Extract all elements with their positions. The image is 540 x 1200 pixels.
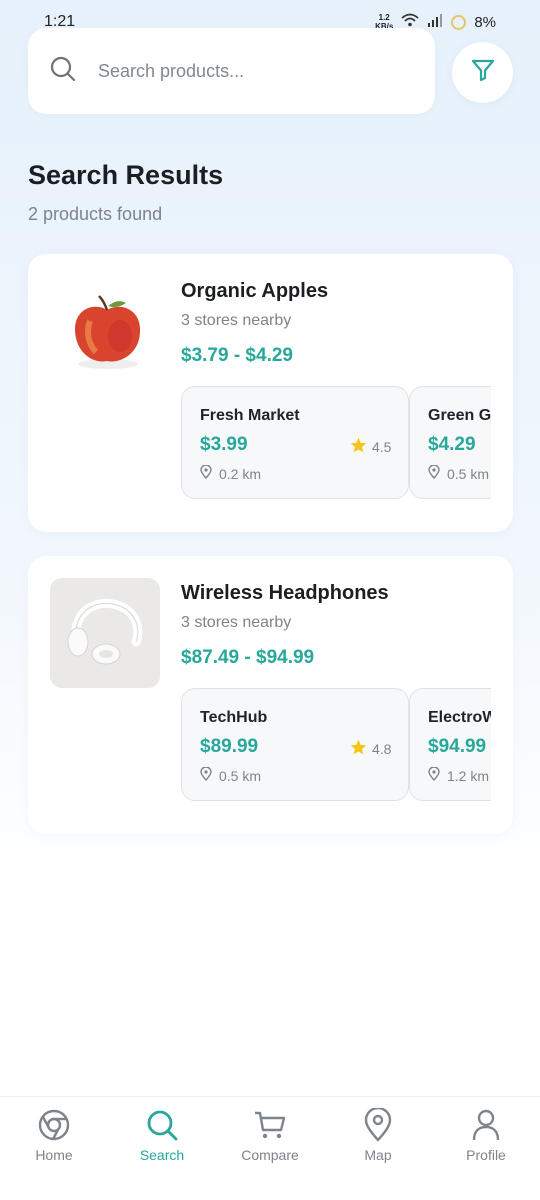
store-card[interactable]: TechHub $89.99 4.8 0.5 km bbox=[181, 688, 409, 801]
product-name: Organic Apples bbox=[181, 280, 329, 302]
store-name: Fresh Market bbox=[200, 407, 300, 424]
nav-label: Compare bbox=[241, 1147, 299, 1163]
user-icon bbox=[468, 1107, 504, 1143]
store-list[interactable]: TechHub $89.99 4.8 0.5 km ElectroW $94.9… bbox=[181, 688, 491, 802]
location-pin-icon bbox=[428, 766, 440, 784]
store-distance: 0.2 km bbox=[200, 464, 262, 482]
nav-label: Map bbox=[364, 1147, 392, 1163]
headphones-image bbox=[50, 578, 160, 688]
nav-item-profile[interactable]: Profile bbox=[432, 1107, 540, 1163]
nav-item-home[interactable]: Home bbox=[0, 1107, 108, 1163]
filter-icon bbox=[470, 57, 496, 88]
search-bar[interactable] bbox=[28, 28, 435, 114]
bottom-nav: Home Search Compare Map Profile bbox=[0, 1096, 540, 1200]
rating-value: 4.5 bbox=[372, 438, 392, 455]
price-range: $87.49 - $94.99 bbox=[181, 647, 315, 668]
store-price: $4.29 bbox=[428, 434, 476, 455]
product-card[interactable]: Organic Apples 3 stores nearby $3.79 - $… bbox=[28, 254, 513, 532]
search-input[interactable] bbox=[98, 60, 398, 82]
store-card[interactable]: Green Gr $4.29 0.5 km bbox=[409, 386, 491, 499]
filter-button[interactable] bbox=[452, 42, 513, 103]
nav-label: Home bbox=[35, 1147, 73, 1163]
search-icon bbox=[144, 1107, 180, 1143]
stores-nearby: 3 stores nearby bbox=[181, 312, 292, 329]
store-price: $89.99 bbox=[200, 736, 259, 757]
store-rating: 4.5 bbox=[350, 437, 391, 456]
location-pin-icon bbox=[200, 766, 212, 784]
nav-item-search[interactable]: Search bbox=[108, 1107, 216, 1163]
store-distance: 0.5 km bbox=[200, 766, 262, 784]
distance-value: 0.5 km bbox=[447, 465, 490, 482]
result-count: 2 products found bbox=[28, 204, 163, 224]
store-list[interactable]: Fresh Market $3.99 4.5 0.2 km Green Gr $… bbox=[181, 386, 491, 500]
battery-level: 8% bbox=[474, 13, 496, 31]
nav-item-map[interactable]: Map bbox=[324, 1107, 432, 1163]
signal-icon bbox=[427, 13, 443, 31]
stores-nearby: 3 stores nearby bbox=[181, 614, 292, 631]
cart-icon bbox=[252, 1107, 288, 1143]
store-rating: 4.8 bbox=[350, 739, 391, 758]
store-card[interactable]: Fresh Market $3.99 4.5 0.2 km bbox=[181, 386, 409, 499]
store-name: TechHub bbox=[200, 709, 268, 726]
price-range: $3.79 - $4.29 bbox=[181, 345, 293, 366]
nav-item-compare[interactable]: Compare bbox=[216, 1107, 324, 1163]
search-icon bbox=[50, 56, 76, 87]
star-icon bbox=[350, 437, 367, 456]
distance-value: 0.2 km bbox=[219, 465, 262, 482]
map-pin-icon bbox=[360, 1107, 396, 1143]
product-name: Wireless Headphones bbox=[181, 582, 389, 604]
store-card[interactable]: ElectroW $94.99 1.2 km bbox=[409, 688, 491, 801]
star-icon bbox=[350, 739, 367, 758]
nav-label: Profile bbox=[466, 1147, 506, 1163]
rating-value: 4.8 bbox=[372, 740, 392, 757]
store-name: ElectroW bbox=[428, 709, 491, 726]
location-pin-icon bbox=[200, 464, 212, 482]
store-name: Green Gr bbox=[428, 407, 491, 424]
distance-value: 0.5 km bbox=[219, 767, 262, 784]
store-price: $3.99 bbox=[200, 434, 248, 455]
store-distance: 0.5 km bbox=[428, 464, 490, 482]
store-distance: 1.2 km bbox=[428, 766, 490, 784]
nav-label: Search bbox=[139, 1147, 185, 1163]
battery-icon bbox=[451, 14, 467, 30]
store-price: $94.99 bbox=[428, 736, 487, 757]
home-icon bbox=[36, 1107, 72, 1143]
distance-value: 1.2 km bbox=[447, 767, 490, 784]
product-card[interactable]: Wireless Headphones 3 stores nearby $87.… bbox=[28, 556, 513, 834]
apple-image bbox=[50, 276, 160, 386]
page-title: Search Results bbox=[28, 160, 224, 190]
location-pin-icon bbox=[428, 464, 440, 482]
